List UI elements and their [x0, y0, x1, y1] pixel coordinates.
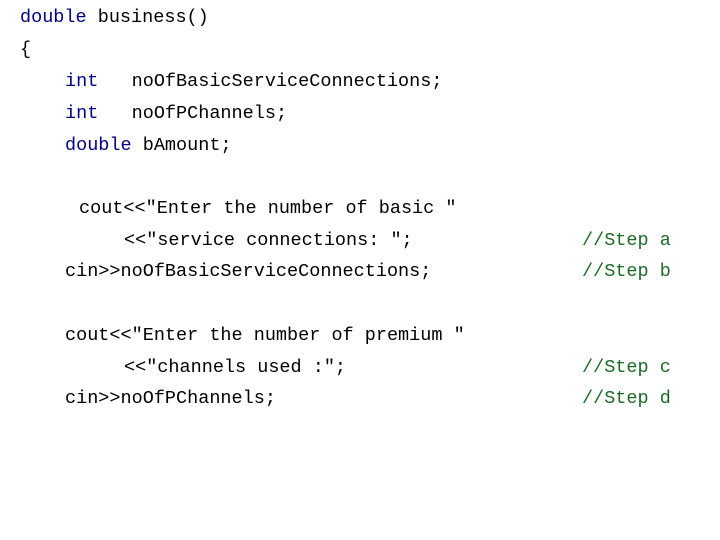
code-comment: //Step a [582, 230, 671, 251]
code-text: cin>>noOfPChannels; [65, 388, 276, 409]
code-text: noOfPChannels; [98, 103, 288, 124]
code-slide: double business() { int noOfBasicServiceCo… [0, 0, 720, 540]
code-line: cout<<"Enter the number of basic " [0, 193, 720, 225]
code-line: <<"channels used :"; //Step c [0, 352, 720, 384]
code-line: cout<<"Enter the number of premium " [0, 320, 720, 352]
code-comment: //Step c [582, 357, 671, 378]
code-comment: //Step b [582, 261, 671, 282]
code-text: { [20, 39, 32, 60]
code-text: noOfBasicServiceConnections; [98, 71, 443, 92]
code-text: <<"service connections: "; [124, 230, 413, 251]
code-line-text: cout<<"Enter the number of premium " [65, 320, 465, 352]
code-keyword: double [65, 135, 132, 156]
code-line-text: cin>>noOfPChannels; [65, 383, 276, 415]
code-text: cin>>noOfBasicServiceConnections; [65, 261, 432, 282]
code-text: bAmount; [131, 135, 232, 156]
code-line: { [0, 34, 720, 66]
code-keyword: int [65, 71, 99, 92]
code-line: double business() [0, 2, 720, 34]
code-line: cin>>noOfPChannels; //Step d [0, 383, 720, 415]
code-line: int noOfPChannels; [0, 98, 720, 130]
code-line-text: int noOfPChannels; [65, 98, 287, 130]
code-line-text: { [20, 34, 31, 66]
code-comment: //Step d [582, 388, 671, 409]
code-line: int noOfBasicServiceConnections; [0, 66, 720, 98]
code-text: cout<<"Enter the number of premium " [65, 325, 465, 346]
code-line-text: <<"service connections: "; [124, 225, 413, 257]
code-keyword: int [65, 103, 99, 124]
code-line-text: double business() [20, 2, 209, 34]
code-line-text: double bAmount; [65, 130, 232, 162]
code-text: business() [86, 7, 209, 28]
code-line: <<"service connections: "; //Step a [0, 225, 720, 257]
code-line-text: cout<<"Enter the number of basic " [79, 193, 456, 225]
code-keyword: double [20, 7, 87, 28]
code-text: <<"channels used :"; [124, 357, 347, 378]
code-line: cin>>noOfBasicServiceConnections; //Step … [0, 256, 720, 288]
code-line-text: cin>>noOfBasicServiceConnections; [65, 256, 431, 288]
code-line: double bAmount; [0, 130, 720, 162]
code-line-text: int noOfBasicServiceConnections; [65, 66, 442, 98]
code-line-text: <<"channels used :"; [124, 352, 346, 384]
code-text: cout<<"Enter the number of basic " [79, 198, 457, 219]
